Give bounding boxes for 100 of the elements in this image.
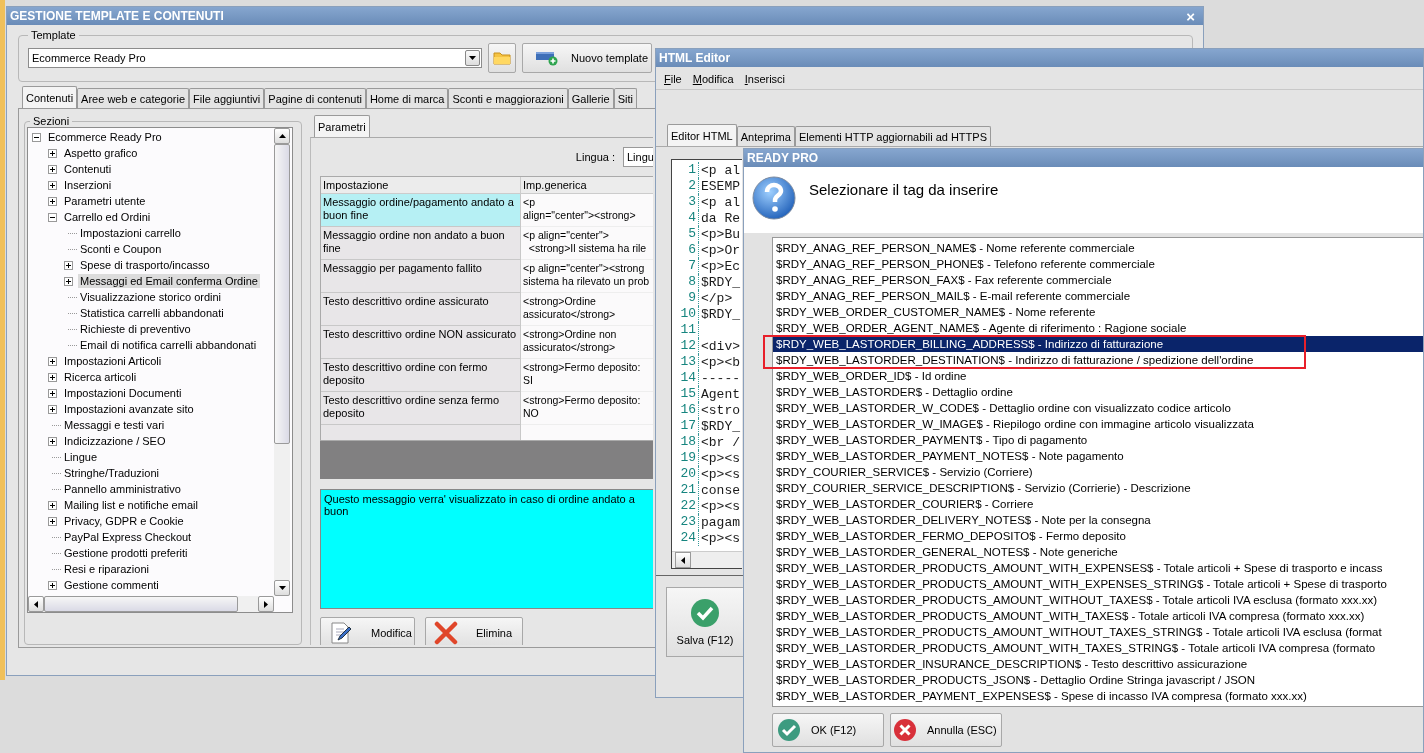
tab[interactable]: Sconti e maggiorazioni xyxy=(448,88,568,108)
code-editor[interactable]: 1 <p al 2 ESEMP 3 <p al 4 da Re 5 <p>Bu 6 <p>Or 7 <p>Ec 8 $RDY_ 9 </p> 10 $RDY_ 11 12 <div> 13 <p><b 14 ----- 15 Agent 16 <stro 17 $RDY_ 18 <br / 19 <p><s 20 <p><s 21 conse 22 <p><s 23 pagam 24 <p><s xyxy=(671,159,742,569)
tab[interactable]: File aggiuntivi xyxy=(189,88,265,108)
list-item[interactable]: $RDY_WEB_LASTORDER_GENERAL_NOTES$ - Note generiche xyxy=(773,546,1423,558)
tree-item[interactable]: Inserzioni xyxy=(62,178,114,192)
table-cell[interactable]: Messaggio ordine/pagamento andato a buon fine xyxy=(321,194,521,227)
menu-item[interactable]: Inserisci xyxy=(744,73,786,87)
list-item[interactable]: $RDY_COURIER_SERVICE_DESCRIPTION$ - Servizio (Corrierie) - Descrizione xyxy=(773,482,1423,494)
expand-icon[interactable] xyxy=(48,196,57,206)
list-item[interactable]: $RDY_WEB_ORDER_CUSTOMER_NAME$ - Nome referente xyxy=(773,306,1423,318)
list-item[interactable]: $RDY_WEB_LASTORDER_PRODUCTS_JSON$ - Dettaglio Ordine Stringa javascript / JSON xyxy=(773,674,1423,686)
table-cell[interactable]: Testo descrittivo ordine assicurato xyxy=(321,293,521,326)
scroll-up-button[interactable] xyxy=(274,128,290,144)
list-item[interactable]: $RDY_WEB_LASTORDER_INSURANCE_DESCRIPTION$ - Testo descrittivo assicurazione xyxy=(773,658,1423,670)
list-item[interactable]: $RDY_WEB_LASTORDER_PAYMENT_NOTES$ - Note pagamento xyxy=(773,450,1423,462)
list-item[interactable]: $RDY_ANAG_REF_PERSON_MAIL$ - E-mail referente commerciale xyxy=(773,290,1423,302)
save-button[interactable]: Salva (F12) xyxy=(666,587,744,657)
expand-icon[interactable] xyxy=(48,372,57,382)
tree-item[interactable]: Email di notifica carrelli abbandonati xyxy=(78,338,259,352)
list-item[interactable]: $RDY_ANAG_REF_PERSON_FAX$ - Fax referente commerciale xyxy=(773,274,1423,286)
tree-item[interactable]: Ecommerce Ready Pro xyxy=(46,130,164,144)
tree-item[interactable]: Impostazioni Documenti xyxy=(62,386,184,400)
tree-item[interactable]: Messaggi e testi vari xyxy=(62,418,167,432)
tree-item[interactable]: Aspetto grafico xyxy=(62,146,140,160)
list-item[interactable]: $RDY_WEB_LASTORDER$ - Dettaglio ordine xyxy=(773,386,1423,398)
collapse-icon[interactable] xyxy=(48,212,57,222)
ok-button[interactable]: OK (F12) xyxy=(772,713,884,747)
tree-item[interactable]: Gestione prodotti preferiti xyxy=(62,546,190,560)
tab[interactable]: Gallerie xyxy=(567,88,614,108)
tab[interactable]: Contenuti xyxy=(22,86,78,108)
list-item[interactable]: $RDY_WEB_LASTORDER_DELIVERY_NOTES$ - Note per la consegna xyxy=(773,514,1423,526)
tree-item[interactable]: Carrello ed Ordini xyxy=(62,210,153,224)
tab[interactable]: Editor HTML xyxy=(667,124,737,146)
tree-item[interactable]: Impostazioni carrello xyxy=(78,226,183,240)
list-item[interactable]: $RDY_ANAG_REF_PERSON_PHONE$ - Telefono referente commerciale xyxy=(773,258,1423,270)
table-cell[interactable]: Testo descrittivo ordine con fermo deposito xyxy=(321,359,521,392)
tab[interactable]: Elementi HTTP aggiornabili ad HTTPS xyxy=(794,126,991,146)
expand-icon[interactable] xyxy=(48,404,57,414)
expand-icon[interactable] xyxy=(48,580,57,590)
table-cell[interactable]: Messaggio per pagamento fallito xyxy=(321,260,521,293)
tab[interactable]: Aree web e categorie xyxy=(77,88,190,108)
scrollbar-thumb[interactable] xyxy=(274,144,290,444)
expand-icon[interactable] xyxy=(48,388,57,398)
expand-icon[interactable] xyxy=(48,356,57,366)
cancel-button[interactable]: Annulla (ESC) xyxy=(890,713,1002,747)
tree-item[interactable]: Parametri utente xyxy=(62,194,148,208)
list-item[interactable]: $RDY_WEB_LASTORDER_BILLING_ADDRESS$ - Indirizzo di fatturazione xyxy=(773,338,1423,350)
tree-item[interactable]: PayPal Express Checkout xyxy=(62,530,194,544)
expand-icon[interactable] xyxy=(48,436,57,446)
expand-icon[interactable] xyxy=(48,148,57,158)
scroll-right-button[interactable] xyxy=(258,596,274,612)
expand-icon[interactable] xyxy=(64,276,73,286)
tab[interactable]: Anteprima xyxy=(736,126,795,146)
scroll-left-button[interactable] xyxy=(675,552,691,568)
list-item[interactable]: $RDY_WEB_LASTORDER_PRODUCTS_AMOUNT_WITH_EXPENSES$ - Totale articoli + Spese di trasporto e incass xyxy=(773,562,1423,574)
tree-item[interactable]: Indicizzazione / SEO xyxy=(62,434,168,448)
list-item[interactable]: $RDY_WEB_LASTORDER_PRODUCTS_AMOUNT_WITHOUT_TAXES_STRING$ - Totale articoli IVA esclusa (format xyxy=(773,626,1423,638)
menu-item[interactable]: Modifica xyxy=(692,73,734,87)
tree-item[interactable]: Messaggi ed Email conferma Ordine xyxy=(78,274,260,288)
collapse-icon[interactable] xyxy=(32,132,41,142)
tree-item[interactable]: Impostazioni avanzate sito xyxy=(62,402,196,416)
table-cell[interactable]: Testo descrittivo ordine NON assicurato xyxy=(321,326,521,359)
list-item[interactable]: $RDY_WEB_LASTORDER_FERMO_DEPOSITO$ - Fermo deposito xyxy=(773,530,1423,542)
expand-icon[interactable] xyxy=(48,180,57,190)
tree-item[interactable]: Impostazioni Articoli xyxy=(62,354,164,368)
menu-item[interactable]: File xyxy=(664,73,682,87)
edit-button[interactable]: Modifica xyxy=(320,617,415,645)
scrollbar-thumb[interactable] xyxy=(44,596,238,612)
column-header[interactable]: Impostazione xyxy=(321,177,521,194)
tab[interactable]: Pagine di contenuti xyxy=(264,88,366,108)
tree-item[interactable]: Ricerca articoli xyxy=(62,370,139,384)
expand-icon[interactable] xyxy=(48,516,57,526)
tree-item[interactable]: Lingue xyxy=(62,450,100,464)
tree-item[interactable]: Visualizzazione storico ordini xyxy=(78,290,224,304)
list-item[interactable]: $RDY_WEB_ORDER_AGENT_NAME$ - Agente di riferimento : Ragione sociale xyxy=(773,322,1423,334)
tab[interactable]: Siti xyxy=(613,88,637,108)
scroll-left-button[interactable] xyxy=(28,596,44,612)
template-dropdown[interactable]: Ecommerce Ready Pro xyxy=(28,48,482,68)
language-dropdown[interactable]: Lingu xyxy=(623,147,653,167)
expand-icon[interactable] xyxy=(64,260,73,270)
expand-icon[interactable] xyxy=(48,500,57,510)
list-item[interactable]: $RDY_WEB_LASTORDER_PRODUCTS_AMOUNT_WITH_TAXES_STRING$ - Totale articoli IVA compresa (formato xyxy=(773,642,1423,654)
tree-item[interactable]: Statistica carrelli abbandonati xyxy=(78,306,226,320)
list-item[interactable]: $RDY_WEB_LASTORDER_W_IMAGE$ - Riepilogo ordine con immagine articolo visualizzata xyxy=(773,418,1423,430)
scroll-down-button[interactable] xyxy=(274,580,290,596)
list-item[interactable]: $RDY_COURIER_SERVICE$ - Servizio (Corriere) xyxy=(773,466,1423,478)
list-item[interactable]: $RDY_WEB_LASTORDER_DESTINATION$ - Indirizzo di fatturazione / spedizione dell'ordine xyxy=(773,354,1423,366)
dropdown-button[interactable] xyxy=(465,50,480,66)
tree-item[interactable]: Pannello amministrativo xyxy=(62,482,183,496)
expand-icon[interactable] xyxy=(48,164,57,174)
tree-item[interactable]: Contenuti xyxy=(62,162,114,176)
list-item[interactable]: $RDY_WEB_ORDER_ID$ - Id ordine xyxy=(773,370,1423,382)
table-cell[interactable]: Testo descrittivo ordine senza fermo deposito xyxy=(321,392,521,425)
tree-item[interactable]: Spese di trasporto/incasso xyxy=(78,258,212,272)
tree-item[interactable]: Privacy, GDPR e Cookie xyxy=(62,514,186,528)
list-item[interactable]: $RDY_WEB_LASTORDER_COURIER$ - Corriere xyxy=(773,498,1423,510)
tab[interactable]: Home di marca xyxy=(365,88,449,108)
list-item[interactable]: $RDY_ANAG_REF_PERSON_NAME$ - Nome referente commerciale xyxy=(773,242,1423,254)
list-item[interactable]: $RDY_WEB_LASTORDER_PRODUCTS_AMOUNT_WITH_TAXES$ - Totale articoli IVA compresa (formato xxx.xx) xyxy=(773,610,1423,622)
tree-item[interactable]: Sconti e Coupon xyxy=(78,242,164,256)
